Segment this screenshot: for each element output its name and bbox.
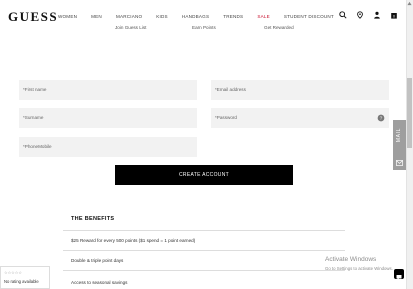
activate-windows-title: Activate Windows	[325, 256, 377, 263]
rating-stars: ☆☆☆☆☆	[4, 270, 22, 275]
phone-field[interactable]: *PhoneMobile	[19, 137, 197, 157]
first-name-field[interactable]: *First name	[19, 80, 197, 100]
surname-placeholder: *Surname	[23, 115, 44, 120]
page-scrollbar[interactable]	[406, 0, 413, 289]
email-placeholder: *Email address	[215, 87, 246, 92]
nav-item-sale[interactable]: SALE	[257, 14, 270, 19]
password-placeholder: *Password	[215, 115, 237, 120]
bag-count: 0	[393, 15, 395, 19]
nav-item-marciano[interactable]: MARCIANO	[116, 14, 142, 19]
header-icons: 0	[339, 11, 398, 19]
nav-item-kids[interactable]: KIDS	[156, 14, 168, 19]
mail-signup-tab[interactable]: MAIL	[393, 120, 406, 170]
benefits-title: THE BENEFITS	[71, 216, 115, 222]
surname-field[interactable]: *Surname	[19, 108, 197, 128]
user-icon[interactable]	[373, 11, 381, 19]
join-guess-list-label: Join Guess List	[115, 25, 147, 30]
password-field[interactable]: *Password ?	[211, 108, 389, 128]
benefits-divider	[63, 230, 345, 231]
chat-icon	[396, 275, 402, 280]
scrollbar-thumb[interactable]	[407, 78, 412, 148]
chat-button[interactable]	[394, 269, 404, 280]
earn-points-label: Earn Points	[192, 25, 216, 30]
password-help-icon[interactable]: ?	[377, 114, 385, 122]
nav-item-men[interactable]: MEN	[91, 14, 102, 19]
nav-item-student-discount[interactable]: STUDENT DISCOUNT	[284, 14, 334, 19]
envelope-icon	[396, 160, 403, 166]
nav-item-handbags[interactable]: HANDBAGS	[182, 14, 209, 19]
rating-text: No rating available	[4, 279, 39, 284]
scroll-up-arrow-icon[interactable]	[407, 1, 412, 6]
activate-windows-subtitle: Go to Settings to activate Windows.	[325, 266, 393, 271]
nav-item-women[interactable]: WOMEN	[58, 14, 77, 19]
benefit-item: Access to seasonal savings	[71, 280, 128, 285]
shopping-bag-icon[interactable]: 0	[390, 11, 398, 19]
rating-widget[interactable]: ☆☆☆☆☆ No rating available	[0, 266, 50, 289]
loyalty-steps: Join Guess List Earn Points Get Rewarded	[0, 23, 406, 31]
svg-text:?: ?	[380, 116, 383, 122]
get-rewarded-label: Get Rewarded	[264, 25, 294, 30]
create-account-button[interactable]: CREATE ACCOUNT	[115, 165, 293, 185]
location-pin-icon[interactable]	[356, 11, 364, 19]
email-field[interactable]: *Email address	[211, 80, 389, 100]
benefit-item: $25 Reward for every 500 points ($1 spen…	[71, 238, 196, 243]
main-nav: WOMEN MEN MARCIANO KIDS HANDBAGS TRENDS …	[58, 14, 348, 19]
benefits-divider	[63, 270, 345, 271]
phone-placeholder: *PhoneMobile	[23, 144, 52, 149]
first-name-placeholder: *First name	[23, 87, 47, 92]
nav-item-trends[interactable]: TRENDS	[223, 14, 243, 19]
search-icon[interactable]	[339, 11, 347, 19]
benefit-item: Double & triple point days	[71, 258, 124, 263]
mail-tab-label: MAIL	[396, 128, 402, 143]
benefits-divider	[63, 250, 345, 251]
